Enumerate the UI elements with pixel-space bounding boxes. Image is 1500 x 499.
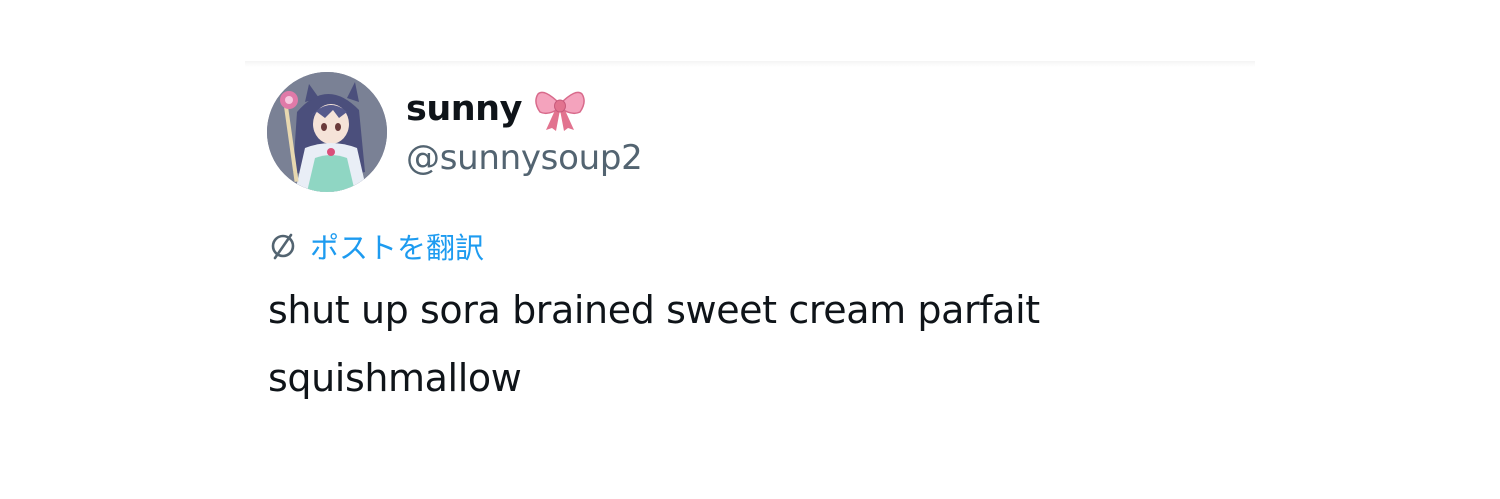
bow-emoji-icon bbox=[534, 86, 586, 132]
globe-icon bbox=[268, 231, 298, 261]
avatar[interactable] bbox=[267, 72, 387, 192]
display-name[interactable]: sunny bbox=[406, 89, 522, 129]
translate-post-label[interactable]: ポストを翻訳 bbox=[310, 225, 484, 267]
top-divider bbox=[245, 61, 1255, 67]
user-handle[interactable]: @sunnysoup2 bbox=[406, 138, 643, 178]
author-name-row[interactable]: sunny bbox=[406, 82, 586, 136]
avatar-image bbox=[267, 72, 387, 192]
post-text: shut up sora brained sweet cream parfait… bbox=[268, 288, 1040, 400]
translate-post-button[interactable]: ポストを翻訳 bbox=[268, 224, 484, 268]
